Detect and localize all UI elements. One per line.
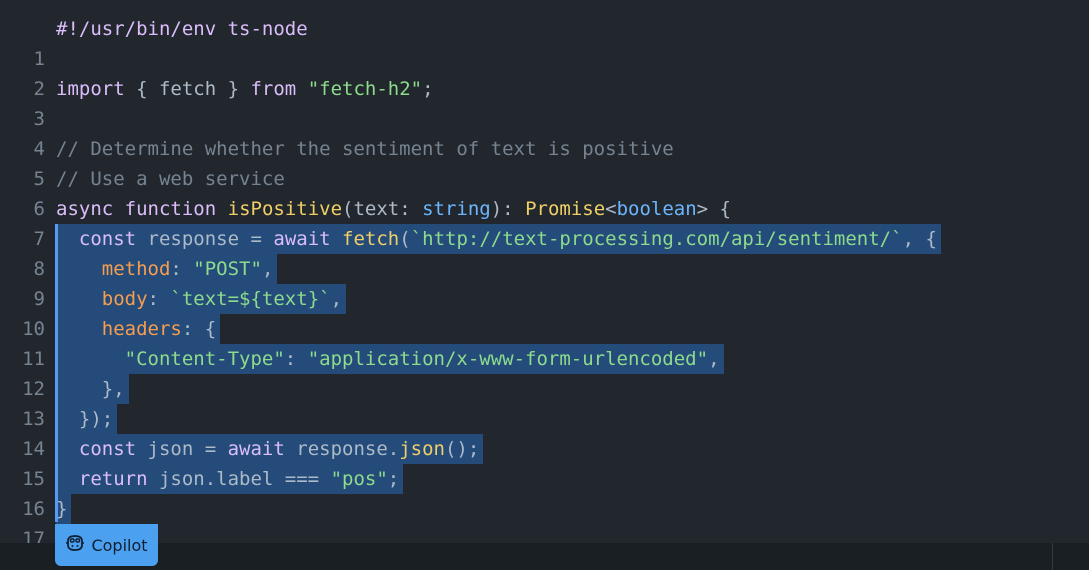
code-editor[interactable]: 1 #!/usr/bin/env ts-node 2 3 import { fe… — [0, 0, 1089, 543]
code-text: < — [605, 198, 617, 220]
code-line: 9 method: "POST", — [0, 254, 278, 310]
code-text: , — [261, 258, 274, 280]
string-literal: "pos" — [330, 468, 388, 490]
code-line: 12 "Content-Type": "application/x-www-fo… — [0, 344, 724, 400]
string-literal: "fetch-h2" — [307, 78, 423, 100]
code-text: : — [147, 288, 171, 310]
code-text: ; — [387, 468, 400, 490]
code-text: : — [284, 348, 308, 370]
code-line: 4 — [0, 104, 69, 160]
keyword: from — [250, 78, 297, 100]
comment: // Determine whether the sentiment of te… — [56, 138, 674, 160]
code-text: (text: — [342, 198, 423, 220]
code-text: > { — [696, 198, 731, 220]
code-line: 2 — [0, 44, 69, 100]
code-text: (); — [444, 438, 480, 460]
code-line: 17 } — [0, 494, 72, 543]
code-line: 16 return json.label === "pos"; — [0, 464, 404, 520]
keyword: async — [56, 198, 114, 220]
selected-text: "Content-Type": "application/x-www-form-… — [56, 344, 724, 374]
code-line: 15 const json = await response.json(); — [0, 434, 484, 490]
type-name: Promise — [525, 198, 606, 220]
code-line: 14 }); — [0, 404, 118, 460]
copilot-label: Copilot — [91, 535, 148, 555]
selection-indicator — [55, 224, 58, 522]
property-key: body — [101, 288, 148, 310]
selected-text: const json = await response.json(); — [56, 434, 484, 464]
string-literal: `text=${text}` — [170, 288, 331, 310]
code-line: 10 body: `text=${text}`, — [0, 284, 347, 340]
code-line: 8 const response = await fetch(`http://t… — [0, 224, 941, 280]
panel-divider — [1052, 543, 1053, 570]
selected-text: body: `text=${text}`, — [56, 284, 347, 314]
code-text: ( — [399, 228, 411, 250]
property-key: method — [101, 258, 171, 280]
copilot-button[interactable]: Copilot — [55, 524, 158, 566]
type-name: boolean — [616, 198, 697, 220]
selected-text: return json.label === "pos"; — [56, 464, 404, 494]
code-text: , { — [902, 228, 937, 250]
keyword: return — [78, 468, 148, 490]
code-line: 1 #!/usr/bin/env ts-node — [0, 14, 308, 70]
keyword: import — [56, 78, 125, 100]
string-literal: "Content-Type" — [124, 348, 285, 370]
selected-text: }, — [56, 374, 129, 404]
function-name: json — [399, 438, 445, 460]
selected-text: method: "POST", — [56, 254, 278, 284]
code-text: }, — [101, 378, 125, 400]
selected-text: }); — [56, 404, 118, 434]
code-text: , — [330, 288, 343, 310]
selected-text: const response = await fetch(`http://tex… — [56, 224, 941, 254]
string-literal: "application/x-www-form-urlencoded" — [307, 348, 709, 370]
copilot-icon — [65, 534, 85, 556]
code-text: response = — [136, 228, 274, 250]
function-name: isPositive — [227, 198, 343, 220]
string-literal: "POST" — [193, 258, 262, 280]
line-number: 17 — [22, 528, 45, 543]
code-area[interactable]: 1 #!/usr/bin/env ts-node 2 3 import { fe… — [0, 14, 941, 543]
code-text: : { — [181, 318, 217, 340]
code-line: 11 headers: { — [0, 314, 221, 370]
keyword: await — [273, 228, 331, 250]
code-text: #!/usr/bin/env ts-node — [56, 18, 308, 40]
code-text: json = — [136, 438, 228, 460]
code-text: }); — [78, 408, 114, 430]
code-text: { fetch } — [124, 78, 251, 100]
string-literal: `http://text-processing.com/api/sentimen… — [410, 228, 903, 250]
code-line: 6 // Use a web service — [0, 164, 285, 220]
function-name: fetch — [342, 228, 400, 250]
property-key: headers — [101, 318, 182, 340]
keyword: await — [227, 438, 285, 460]
code-text: response. — [284, 438, 400, 460]
keyword: function — [124, 198, 217, 220]
code-line: 3 import { fetch } from "fetch-h2"; — [0, 74, 434, 130]
code-text: : — [170, 258, 194, 280]
bottom-panel — [0, 543, 1089, 570]
code-line: 5 // Determine whether the sentiment of … — [0, 134, 674, 190]
comment: // Use a web service — [56, 168, 285, 190]
code-text: ): — [490, 198, 526, 220]
code-line: 13 }, — [0, 374, 129, 430]
keyword: const — [78, 438, 137, 460]
type-name: string — [422, 198, 491, 220]
keyword: const — [78, 228, 137, 250]
code-line: 7 async function isPositive(text: string… — [0, 194, 731, 250]
code-text: , — [708, 348, 720, 370]
selected-text: } — [56, 494, 72, 524]
code-text: json.label === — [147, 468, 331, 490]
code-text: ; — [422, 78, 434, 100]
selected-text: headers: { — [56, 314, 221, 344]
